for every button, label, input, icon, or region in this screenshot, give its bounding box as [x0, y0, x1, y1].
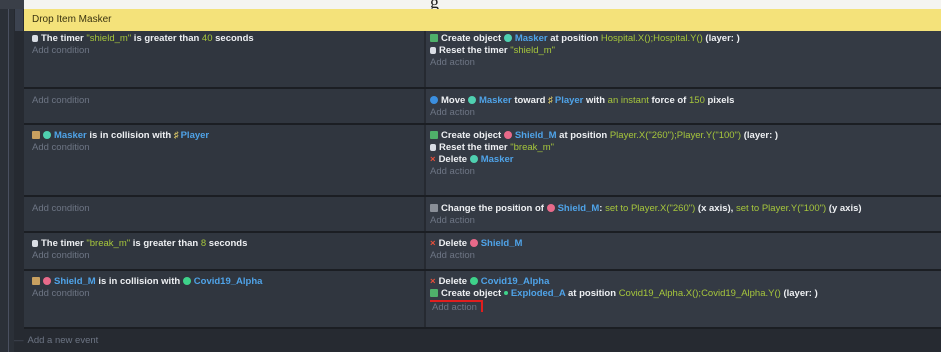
add-new-event-label: Add a new event: [27, 335, 99, 346]
move-icon: [430, 96, 438, 104]
event-2-conditions[interactable]: Add condition: [24, 89, 424, 123]
add-condition-link[interactable]: Add condition: [32, 45, 424, 57]
exploded-icon: [503, 291, 508, 295]
covid-icon: [469, 277, 478, 285]
action-change-position-shield[interactable]: Change the position of Shield_M: set to …: [430, 203, 941, 215]
action-create-shield[interactable]: Create object Shield_M at position Playe…: [430, 130, 941, 142]
masker-icon: [467, 96, 476, 104]
delete-icon: ×: [430, 154, 436, 165]
masker-icon: [43, 131, 51, 139]
event-1-conditions[interactable]: The timer "shield_m" is greater than 40 …: [24, 31, 424, 87]
event-2[interactable]: Add condition Move Masker toward ♯ Player…: [24, 89, 941, 125]
event-4-conditions[interactable]: Add condition: [24, 197, 424, 231]
action-reset-timer-break[interactable]: Reset the timer "break_m": [430, 142, 941, 154]
event-3-conditions[interactable]: Masker is in collision with ♯ Player Add …: [24, 125, 424, 195]
condition-timer-shield[interactable]: The timer "shield_m" is greater than 40 …: [32, 33, 424, 45]
event-6[interactable]: Shield_M is in collision with Covid19_Al…: [24, 271, 941, 329]
add-action-row: Add action: [430, 300, 941, 312]
add-action-link[interactable]: Add action: [430, 250, 941, 262]
dash-icon: —: [14, 335, 24, 346]
add-condition-link[interactable]: Add condition: [32, 95, 424, 107]
delete-icon: ×: [430, 238, 436, 249]
add-action-link[interactable]: Add action: [430, 166, 941, 178]
add-action-link[interactable]: Add action: [430, 107, 941, 119]
event-4-actions[interactable]: Change the position of Shield_M: set to …: [426, 197, 941, 231]
action-create-masker[interactable]: Create object Masker at position Hospita…: [430, 33, 941, 45]
event-1[interactable]: The timer "shield_m" is greater than 40 …: [24, 31, 941, 89]
add-condition-link[interactable]: Add condition: [32, 288, 424, 300]
action-reset-timer-shield[interactable]: Reset the timer "shield_m": [430, 45, 941, 57]
shield-icon: [503, 131, 512, 139]
delete-icon: ×: [430, 276, 436, 287]
shield-icon: [43, 277, 51, 285]
event-5-conditions[interactable]: The timer "break_m" is greater than 8 se…: [24, 233, 424, 269]
event-6-conditions[interactable]: Shield_M is in collision with Covid19_Al…: [24, 271, 424, 327]
add-condition-link[interactable]: Add condition: [32, 142, 424, 154]
add-action-link[interactable]: Add action: [430, 57, 941, 69]
timer-icon: [430, 47, 436, 54]
action-move-masker[interactable]: Move Masker toward ♯ Player with an insta…: [430, 95, 941, 107]
top-strip: g: [0, 0, 941, 12]
masker-icon: [469, 155, 478, 163]
event-5-actions[interactable]: × Delete Shield_M Add action: [426, 233, 941, 269]
add-action-link-highlighted[interactable]: Add action: [430, 300, 483, 312]
event-1-actions[interactable]: Create object Masker at position Hospita…: [426, 31, 941, 87]
timer-icon: [32, 240, 38, 247]
condition-masker-collision-player[interactable]: Masker is in collision with ♯ Player: [32, 130, 424, 142]
action-create-exploded[interactable]: Create object Exploded_A at position Cov…: [430, 288, 941, 300]
condition-shield-collision-covid[interactable]: Shield_M is in collision with Covid19_Al…: [32, 276, 424, 288]
gutter-line: [8, 9, 9, 352]
top-strip-dark: [0, 0, 24, 9]
collision-icon: [32, 131, 40, 139]
action-delete-masker[interactable]: × Delete Masker: [430, 154, 941, 166]
action-delete-covid[interactable]: × Delete Covid19_Alpha: [430, 276, 941, 288]
group-header[interactable]: Drop Item Masker: [24, 9, 941, 31]
add-condition-link[interactable]: Add condition: [32, 203, 424, 215]
event-3[interactable]: Masker is in collision with ♯ Player Add …: [24, 125, 941, 197]
event-3-actions[interactable]: Create object Shield_M at position Playe…: [426, 125, 941, 195]
create-object-icon: [430, 289, 438, 297]
collision-icon: [32, 277, 40, 285]
add-action-link[interactable]: Add action: [430, 215, 941, 227]
add-condition-link[interactable]: Add condition: [32, 250, 424, 262]
create-object-icon: [430, 34, 438, 42]
position-icon: [430, 204, 438, 212]
timer-icon: [430, 144, 436, 151]
covid-icon: [182, 277, 191, 285]
player-icon: ♯: [548, 95, 553, 106]
left-gutter: [0, 9, 14, 352]
timer-icon: [32, 35, 38, 42]
add-new-event[interactable]: — Add a new event: [14, 335, 98, 346]
group-title: Drop Item Masker: [32, 14, 112, 25]
condition-timer-break[interactable]: The timer "break_m" is greater than 8 se…: [32, 238, 424, 250]
create-object-icon: [430, 131, 438, 139]
player-icon: ♯: [173, 130, 179, 141]
event-6-actions[interactable]: × Delete Covid19_Alpha Create object Expl…: [426, 271, 941, 327]
masker-icon: [503, 34, 512, 42]
event-2-actions[interactable]: Move Masker toward ♯ Player with an insta…: [426, 89, 941, 123]
shield-icon: [469, 239, 478, 247]
shield-icon: [546, 204, 555, 212]
event-5[interactable]: The timer "break_m" is greater than 8 se…: [24, 233, 941, 271]
action-delete-shield[interactable]: × Delete Shield_M: [430, 238, 941, 250]
event-4[interactable]: Add condition Change the position of Shi…: [24, 197, 941, 233]
group-collapse-handle[interactable]: [15, 9, 23, 31]
